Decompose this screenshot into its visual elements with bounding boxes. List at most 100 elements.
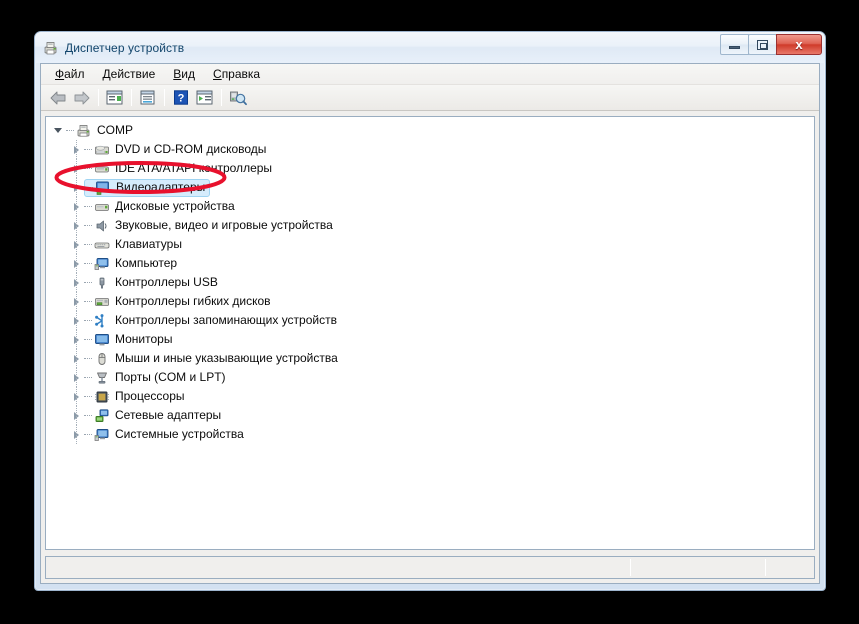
close-icon: x — [795, 37, 803, 52]
tree-item-content: Процессоры — [84, 387, 185, 406]
storage-controller-icon — [94, 313, 110, 329]
processor-icon — [94, 389, 110, 405]
tree-item[interactable]: Сетевые адаптеры — [46, 406, 814, 425]
tree-item-label: Процессоры — [115, 389, 185, 403]
tree-item[interactable]: Мониторы — [46, 330, 814, 349]
tree-item-content: Сетевые адаптеры — [84, 406, 221, 425]
tree-item[interactable]: Контроллеры USB — [46, 273, 814, 292]
tree-item[interactable]: Компьютер — [46, 254, 814, 273]
tree-connector — [84, 216, 94, 235]
tree-item[interactable]: DVD и CD-ROM дисководы — [46, 140, 814, 159]
tree-connector-line — [76, 330, 77, 349]
tree-item-content: Клавиатуры — [84, 235, 182, 254]
tree-connector — [84, 368, 94, 387]
tree-item-label: Дисковые устройства — [115, 199, 235, 213]
tree-connector — [84, 197, 94, 216]
tree-item[interactable]: Мыши и иные указывающие устройства — [46, 349, 814, 368]
tree-connector-line — [76, 216, 77, 235]
title-bar[interactable]: Диспетчер устройств x — [35, 32, 825, 63]
tree-item-label: Порты (COM и LPT) — [115, 370, 226, 384]
status-pane-2 — [631, 557, 765, 578]
tree-item-content: Порты (COM и LPT) — [84, 368, 226, 387]
maximize-icon — [757, 39, 768, 50]
menu-item-view[interactable]: Вид — [164, 65, 204, 83]
toolbar-separator — [164, 89, 165, 106]
toolbar-separator — [131, 89, 132, 106]
port-icon — [94, 370, 110, 386]
tree-item-label: Клавиатуры — [115, 237, 182, 251]
chevron-down-icon — [54, 128, 62, 133]
tree-item[interactable]: Процессоры — [46, 387, 814, 406]
device-tree[interactable]: COMP DVD и CD-ROM дисководы IDE ATA/ATAPI… — [45, 116, 815, 550]
window-controls: x — [720, 34, 822, 55]
tree-children: DVD и CD-ROM дисководы IDE ATA/ATAPI конт… — [46, 140, 814, 444]
tree-item[interactable]: Клавиатуры — [46, 235, 814, 254]
tree-item[interactable]: Дисковые устройства — [46, 197, 814, 216]
tree-connector — [84, 349, 94, 368]
tree-item[interactable]: Контроллеры гибких дисков — [46, 292, 814, 311]
tree-item-label: IDE ATA/ATAPI контроллеры — [115, 161, 273, 175]
ide-controller-icon — [94, 161, 110, 177]
display-adapter-icon — [95, 180, 111, 196]
menu-item-help[interactable]: Справка — [204, 65, 269, 83]
menu-help-rest: правка — [221, 67, 261, 81]
tree-item[interactable]: Видеоадаптеры — [46, 178, 814, 197]
tree-connector-line — [76, 349, 77, 368]
status-pane-main — [46, 557, 630, 578]
tree-connector-line — [76, 311, 77, 330]
scan-hardware-button[interactable] — [226, 87, 249, 109]
tree-item-content: Системные устройства — [84, 425, 244, 444]
tree-item[interactable]: IDE ATA/ATAPI контроллеры — [46, 159, 814, 178]
close-button[interactable]: x — [776, 34, 822, 55]
update-driver-button[interactable] — [193, 87, 216, 109]
help-button[interactable]: ? — [169, 87, 192, 109]
sound-device-icon — [94, 218, 110, 234]
tree-connector — [66, 121, 76, 140]
svg-text:?: ? — [177, 93, 184, 105]
usb-controller-icon — [94, 275, 110, 291]
arrow-right-icon — [74, 91, 89, 104]
help-question-icon: ? — [173, 90, 188, 105]
tree-connector-line — [76, 406, 77, 425]
menu-file-rest: айл — [64, 67, 85, 81]
tree-item[interactable]: Контроллеры запоминающих устройств — [46, 311, 814, 330]
menu-bar: Файл Действие Вид Справка — [41, 64, 819, 85]
device-manager-icon — [43, 40, 59, 56]
tree-connector — [84, 425, 94, 444]
back-button[interactable] — [46, 87, 69, 109]
tree-item-label: Сетевые адаптеры — [115, 408, 222, 422]
minimize-icon — [729, 46, 740, 49]
show-hide-tree-button[interactable] — [103, 87, 126, 109]
tree-connector-line — [76, 159, 77, 178]
forward-button[interactable] — [70, 87, 93, 109]
tree-item-label: Звуковые, видео и игровые устройства — [115, 218, 333, 232]
client-area: Файл Действие Вид Справка ? COMP DVD и C… — [40, 63, 820, 584]
toolbar-separator — [221, 89, 222, 106]
menu-item-action[interactable]: Действие — [94, 65, 165, 83]
tree-item-content: Мыши и иные указывающие устройства — [84, 349, 338, 368]
tree-connector — [84, 406, 94, 425]
menu-item-file[interactable]: Файл — [46, 65, 94, 83]
status-pane-3 — [766, 557, 814, 578]
properties-button[interactable] — [136, 87, 159, 109]
tree-item-content: Контроллеры запоминающих устройств — [84, 311, 337, 330]
tree-item-content: Звуковые, видео и игровые устройства — [84, 216, 333, 235]
tree-item[interactable]: Системные устройства — [46, 425, 814, 444]
disk-drive-icon — [94, 199, 110, 215]
tree-connector-line — [76, 273, 77, 292]
computer-icon — [94, 256, 110, 272]
tree-connector-line — [76, 425, 77, 444]
tree-item[interactable]: Порты (COM и LPT) — [46, 368, 814, 387]
maximize-button[interactable] — [748, 34, 777, 55]
minimize-button[interactable] — [720, 34, 749, 55]
selection-highlight: Видеоадаптеры — [84, 178, 211, 197]
tree-item[interactable]: Звуковые, видео и игровые устройства — [46, 216, 814, 235]
arrow-left-icon — [50, 91, 65, 104]
menu-view-rest: ид — [181, 67, 196, 81]
mouse-icon — [94, 351, 110, 367]
tree-connector — [84, 330, 94, 349]
computer-root-icon — [76, 123, 92, 139]
tree-item-content: Контроллеры гибких дисков — [84, 292, 271, 311]
tree-root-comp[interactable]: COMP — [46, 121, 814, 140]
expand-arrow-root[interactable] — [50, 121, 66, 140]
